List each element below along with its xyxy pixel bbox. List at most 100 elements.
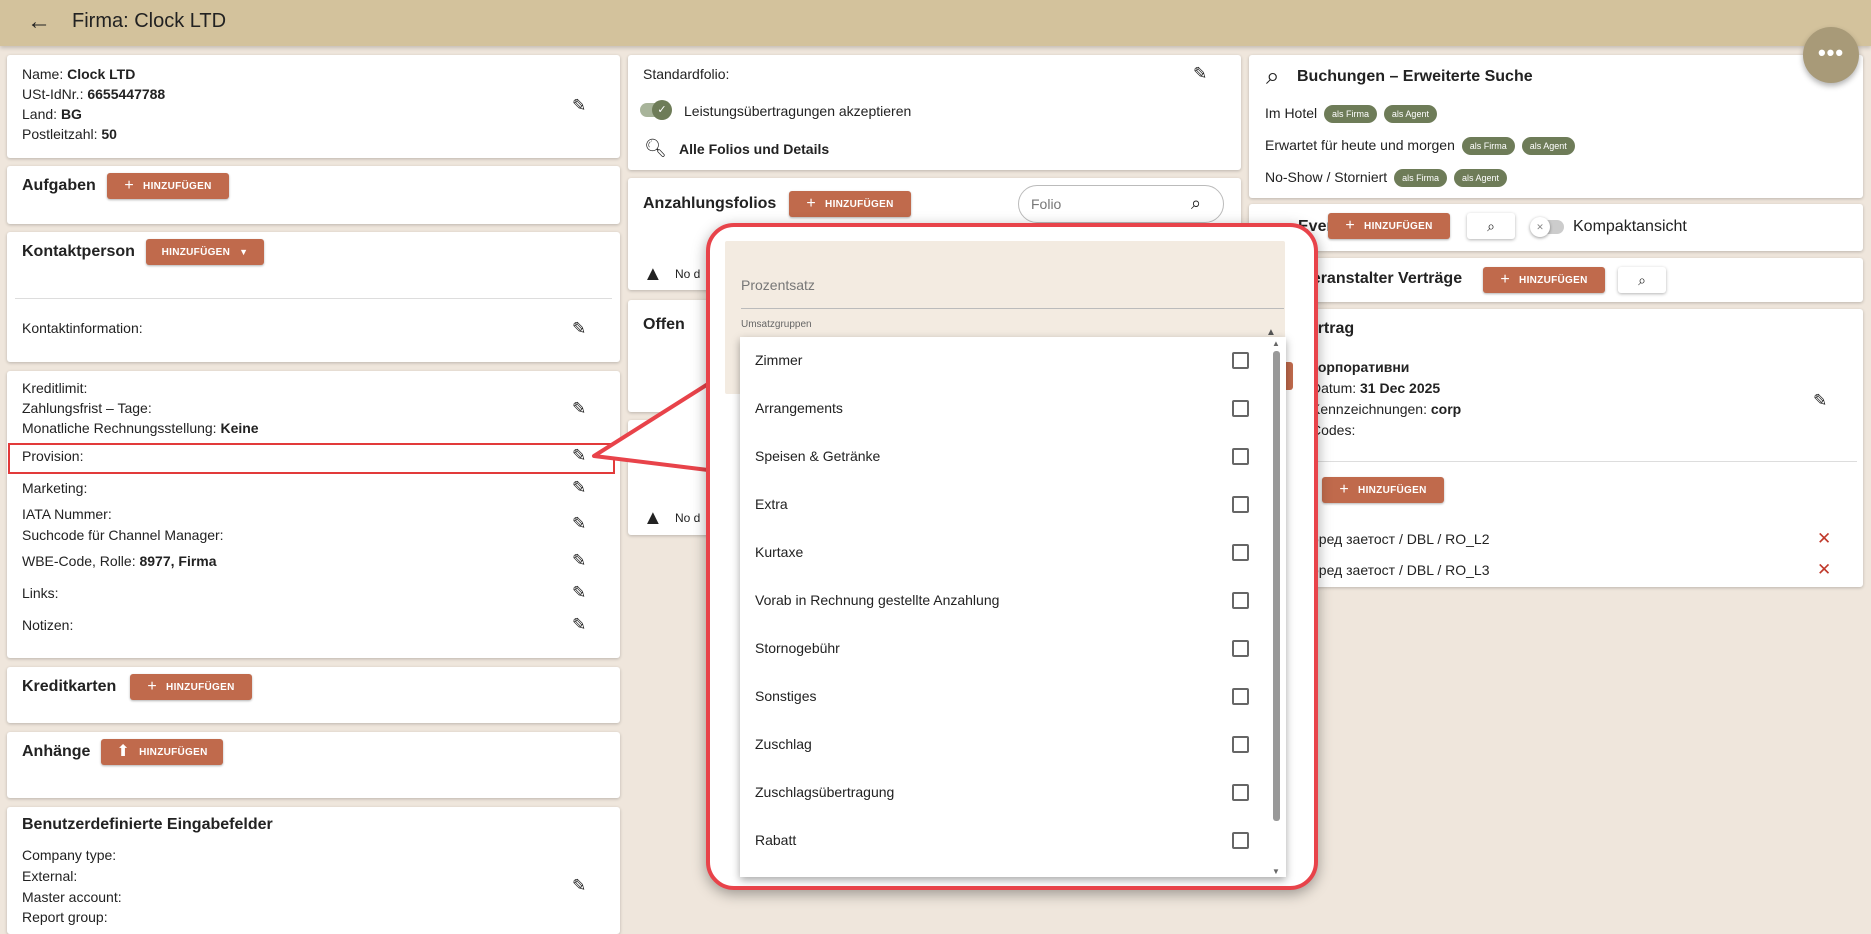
commission-popup: Prozentsatz Umsatzgruppen ▲ Zimmer Arran… xyxy=(706,223,1318,890)
percent-input[interactable]: Prozentsatz xyxy=(741,277,815,293)
no-data-text: No d xyxy=(675,511,701,525)
vat-value: 6655447788 xyxy=(87,86,166,102)
all-folios-link[interactable]: Alle Folios und Details xyxy=(679,141,829,157)
option-item[interactable]: Zimmer xyxy=(740,337,1270,385)
edit-pencil-icon[interactable]: ✎ xyxy=(572,320,586,337)
monthly-billing-label: Monatliche Rechnungsstellung: xyxy=(22,420,217,436)
checkbox[interactable] xyxy=(1232,544,1249,561)
check-icon: ✓ xyxy=(652,100,672,120)
checkbox[interactable] xyxy=(1232,736,1249,753)
checkbox[interactable] xyxy=(1232,496,1249,513)
option-item[interactable]: Speisen & Getränke xyxy=(740,433,1270,481)
plus-icon: + xyxy=(806,195,817,212)
option-item[interactable]: Sonstiges xyxy=(740,673,1270,721)
attachments-title: Anhänge xyxy=(22,743,91,760)
wbe-label: WBE-Code, Rolle: xyxy=(22,553,136,569)
add-event-button[interactable]: + HINZUFÜGEN xyxy=(1328,213,1450,239)
wbe-value: 8977, Firma xyxy=(139,553,217,569)
billing-card: Kreditlimit: Zahlungsfrist – Tage: Monat… xyxy=(7,371,620,658)
rate-item: оред заетост / DBL / RO_L3 xyxy=(1311,562,1490,578)
checkbox[interactable] xyxy=(1232,640,1249,657)
report-group-label: Report group: xyxy=(22,909,108,925)
option-item[interactable]: Stornogebühr xyxy=(740,625,1270,673)
iata-label: IATA Nummer: xyxy=(22,506,112,522)
edit-pencil-icon[interactable]: ✎ xyxy=(572,515,586,532)
company-type-label: Company type: xyxy=(22,847,117,863)
event-search-button[interactable]: ⌕ xyxy=(1467,213,1515,239)
add-organizer-contract-button[interactable]: + HINZUFÜGEN xyxy=(1483,267,1605,293)
edit-pencil-icon[interactable]: ✎ xyxy=(572,400,586,417)
dropdown-arrow-icon: ▼ xyxy=(239,247,249,257)
scroll-up-arrow-icon[interactable]: ▲ xyxy=(1272,339,1280,348)
edit-pencil-icon[interactable]: ✎ xyxy=(572,552,586,569)
as-agent-chip[interactable]: als Agent xyxy=(1383,105,1437,124)
checkbox[interactable] xyxy=(1232,448,1249,465)
checkbox[interactable] xyxy=(1232,832,1249,849)
folio-search-input[interactable]: Folio ⌕ xyxy=(1018,185,1224,223)
search-icon: ⌕ xyxy=(1638,271,1646,288)
compact-view-toggle[interactable]: ✕ xyxy=(1530,217,1564,237)
attachments-card: Anhänge ⬆ HINZUFÜGEN xyxy=(7,732,620,798)
checkbox[interactable] xyxy=(1232,352,1249,369)
noshow-label: No-Show / Storniert xyxy=(1265,169,1388,185)
more-actions-button[interactable]: ••• xyxy=(1803,27,1859,83)
channel-code-label: Suchcode für Channel Manager: xyxy=(22,527,224,543)
scrollbar[interactable]: ▲ ▼ xyxy=(1272,339,1281,876)
edit-pencil-icon[interactable]: ✎ xyxy=(572,97,586,114)
open-folios-title: Offen xyxy=(643,316,685,333)
as-company-chip[interactable]: als Firma xyxy=(1394,169,1448,188)
monthly-billing-value: Keine xyxy=(220,420,259,436)
add-contact-button[interactable]: HINZUFÜGEN ▼ xyxy=(146,239,264,265)
name-label: Name: xyxy=(22,66,64,82)
accept-transfers-toggle[interactable]: ✓ xyxy=(640,100,672,120)
option-item[interactable]: Arrangements xyxy=(740,385,1270,433)
checkbox[interactable] xyxy=(1232,688,1249,705)
add-creditcard-button[interactable]: + HINZUFÜGEN xyxy=(130,674,252,700)
edit-pencil-icon[interactable]: ✎ xyxy=(572,877,586,894)
edit-pencil-icon[interactable]: ✎ xyxy=(572,584,586,601)
as-company-chip[interactable]: als Firma xyxy=(1461,137,1515,156)
back-arrow-icon[interactable]: ← xyxy=(27,9,51,35)
as-agent-chip[interactable]: als Agent xyxy=(1521,137,1575,156)
scrollbar-thumb[interactable] xyxy=(1273,351,1280,821)
as-agent-chip[interactable]: als Agent xyxy=(1453,169,1507,188)
checkbox[interactable] xyxy=(1232,592,1249,609)
no-data-text: No d xyxy=(675,267,701,281)
standard-folio-label: Standardfolio: xyxy=(643,66,730,82)
edit-pencil-icon[interactable]: ✎ xyxy=(1193,65,1207,82)
credit-limit-label: Kreditlimit: xyxy=(22,380,88,396)
search-icon[interactable]: ⌕ xyxy=(1191,193,1201,214)
edit-pencil-icon[interactable]: ✎ xyxy=(572,616,586,633)
organizer-search-button[interactable]: ⌕ xyxy=(1618,267,1666,293)
option-item[interactable]: Zuschlag xyxy=(740,721,1270,769)
delete-icon[interactable]: ✕ xyxy=(1817,560,1831,580)
organizer-contracts-title: Veranstalter Verträge xyxy=(1302,270,1463,287)
upload-attachment-button[interactable]: ⬆ HINZUFÜGEN xyxy=(101,739,223,765)
divider xyxy=(741,308,1284,309)
in-hotel-label: Im Hotel xyxy=(1265,105,1318,121)
creditcards-card: Kreditkarten + HINZUFÜGEN xyxy=(7,667,620,723)
edit-pencil-icon[interactable]: ✎ xyxy=(572,479,586,496)
edit-pencil-icon[interactable]: ✎ xyxy=(1813,392,1827,409)
as-company-chip[interactable]: als Firma xyxy=(1324,105,1378,124)
delete-icon[interactable]: ✕ xyxy=(1817,529,1831,549)
custom-fields-title: Benutzerdefinierte Eingabefelder xyxy=(22,816,273,833)
marketing-label: Marketing: xyxy=(22,480,88,496)
plus-icon: + xyxy=(1345,217,1356,234)
checkbox[interactable] xyxy=(1232,784,1249,801)
deposit-folios-title: Anzahlungsfolios xyxy=(643,195,777,212)
option-item[interactable]: Kurtaxe xyxy=(740,529,1270,577)
checkbox[interactable] xyxy=(1232,400,1249,417)
add-rate-button[interactable]: + HINZUFÜGEN xyxy=(1322,477,1444,503)
highlight-box xyxy=(8,443,615,474)
external-label: External: xyxy=(22,868,78,884)
option-item[interactable]: Zuschlagsübertragung xyxy=(740,769,1270,817)
add-deposit-folio-button[interactable]: + HINZUFÜGEN xyxy=(789,191,911,217)
zip-value: 50 xyxy=(101,126,117,142)
option-item[interactable]: Extra xyxy=(740,481,1270,529)
scroll-down-arrow-icon[interactable]: ▼ xyxy=(1272,867,1280,876)
option-item[interactable]: Rabatt xyxy=(740,817,1270,865)
warning-icon: ▲ xyxy=(643,507,663,529)
option-item[interactable]: Vorab in Rechnung gestellte Anzahlung xyxy=(740,577,1270,625)
add-task-button[interactable]: + HINZUFÜGEN xyxy=(107,173,229,199)
